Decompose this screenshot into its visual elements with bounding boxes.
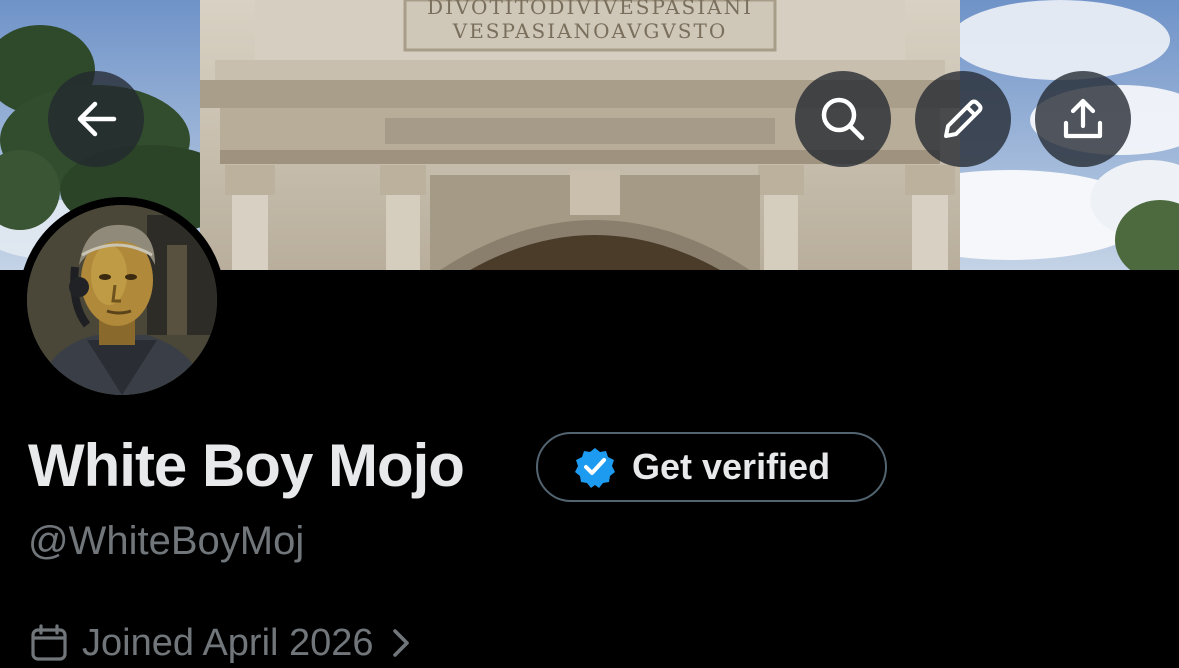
- edit-profile-button[interactable]: [915, 71, 1011, 167]
- banner-inscription-1: DIVOTITODIVIVESPASIANI: [427, 0, 753, 19]
- share-button[interactable]: [1035, 71, 1131, 167]
- avatar-image: [27, 205, 217, 395]
- banner-inscription-2: VESPASIANOAVGVSTO: [452, 19, 728, 43]
- arrow-left-icon: [77, 101, 117, 137]
- get-verified-button[interactable]: Get verified: [536, 432, 887, 502]
- display-name: White Boy Mojo: [28, 432, 465, 499]
- calendar-icon: [31, 624, 67, 661]
- pencil-icon: [944, 99, 983, 138]
- chevron-right-icon: [392, 629, 409, 657]
- share-upload-icon: [1063, 98, 1103, 139]
- joined-date-row[interactable]: Joined April 2026: [30, 618, 410, 668]
- verified-badge-icon: [575, 448, 615, 488]
- avatar[interactable]: [19, 197, 225, 403]
- get-verified-label: Get verified: [632, 446, 831, 487]
- joined-date-text: Joined April 2026: [82, 621, 374, 664]
- search-icon: [821, 97, 865, 141]
- user-handle: @WhiteBoyMoj: [28, 519, 305, 563]
- search-button[interactable]: [795, 71, 891, 167]
- back-button[interactable]: [48, 71, 144, 167]
